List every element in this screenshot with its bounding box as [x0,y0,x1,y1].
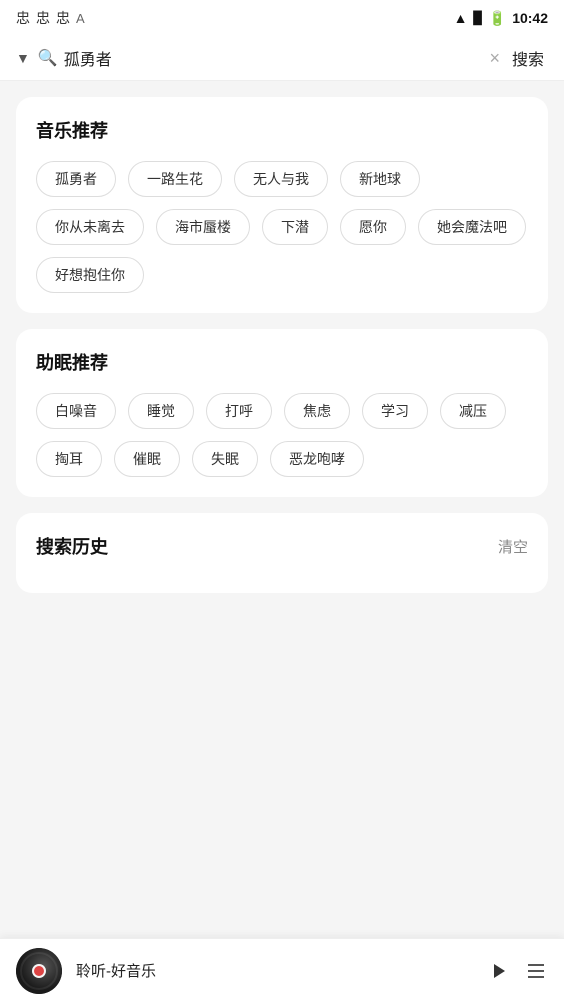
tag-music-7[interactable]: 下潜 [262,209,328,245]
tag-sleep-5[interactable]: 学习 [362,393,428,429]
tag-music-2[interactable]: 一路生花 [128,161,222,197]
search-input-wrap: 🔍 × [38,48,500,68]
album-art [16,948,62,994]
music-section-title: 音乐推荐 [36,117,528,143]
sleep-section-title: 助眠推荐 [36,349,528,375]
tag-music-8[interactable]: 愿你 [340,209,406,245]
tag-music-4[interactable]: 新地球 [340,161,420,197]
status-right: ▲ ▉ 🔋 10:42 [454,10,548,27]
carrier-icon-2: 忠 [36,8,50,28]
music-tags-wrap: 孤勇者 一路生花 无人与我 新地球 你从未离去 海市蜃楼 下潜 愿你 她会魔法吧… [36,161,528,293]
status-bar: 忠 忠 忠 A ▲ ▉ 🔋 10:42 [0,0,564,36]
search-input[interactable] [64,49,484,67]
sleep-section: 助眠推荐 白噪音 睡觉 打呼 焦虑 学习 减压 掏耳 催眠 失眠 恶龙咆哮 [16,329,548,497]
time-display: 10:42 [512,10,548,26]
search-magnifier-icon: 🔍 [38,48,58,68]
tag-sleep-4[interactable]: 焦虑 [284,393,350,429]
tag-music-10[interactable]: 好想抱住你 [36,257,144,293]
tag-sleep-3[interactable]: 打呼 [206,393,272,429]
settings-icon: A [76,11,85,26]
tag-music-5[interactable]: 你从未离去 [36,209,144,245]
clear-history-button[interactable]: 清空 [498,536,528,557]
tag-music-6[interactable]: 海市蜃楼 [156,209,250,245]
tag-music-1[interactable]: 孤勇者 [36,161,116,197]
tag-sleep-7[interactable]: 掏耳 [36,441,102,477]
tag-sleep-1[interactable]: 白噪音 [36,393,116,429]
dropdown-arrow-icon[interactable]: ▼ [16,50,30,66]
tag-sleep-2[interactable]: 睡觉 [128,393,194,429]
search-bar: ▼ 🔍 × 搜索 [0,36,564,81]
signal-icon: ▉ [474,11,483,25]
history-title: 搜索历史 [36,533,108,559]
search-button[interactable]: 搜索 [508,46,548,70]
tag-music-3[interactable]: 无人与我 [234,161,328,197]
status-icons: 忠 忠 忠 A [16,8,85,28]
tag-music-9[interactable]: 她会魔法吧 [418,209,526,245]
tag-sleep-9[interactable]: 失眠 [192,441,258,477]
tag-sleep-8[interactable]: 催眠 [114,441,180,477]
player-title: 聆听-好音乐 [76,960,472,981]
player-bar: 聆听-好音乐 [0,938,564,1002]
tag-sleep-6[interactable]: 减压 [440,393,506,429]
clear-icon[interactable]: × [489,49,500,67]
carrier-icon-3: 忠 [56,8,70,28]
sleep-tags-wrap: 白噪音 睡觉 打呼 焦虑 学习 减压 掏耳 催眠 失眠 恶龙咆哮 [36,393,528,477]
carrier-icon-1: 忠 [16,8,30,28]
music-section: 音乐推荐 孤勇者 一路生花 无人与我 新地球 你从未离去 海市蜃楼 下潜 愿你 … [16,97,548,313]
battery-icon: 🔋 [489,10,506,27]
main-content: 音乐推荐 孤勇者 一路生花 无人与我 新地球 你从未离去 海市蜃楼 下潜 愿你 … [0,81,564,927]
wifi-icon: ▲ [454,10,468,26]
play-button[interactable] [486,959,510,983]
history-header: 搜索历史 清空 [36,533,528,559]
tag-sleep-10[interactable]: 恶龙咆哮 [270,441,364,477]
search-dropdown[interactable]: ▼ [16,50,30,66]
playlist-button[interactable] [524,959,548,983]
history-section: 搜索历史 清空 [16,513,548,593]
